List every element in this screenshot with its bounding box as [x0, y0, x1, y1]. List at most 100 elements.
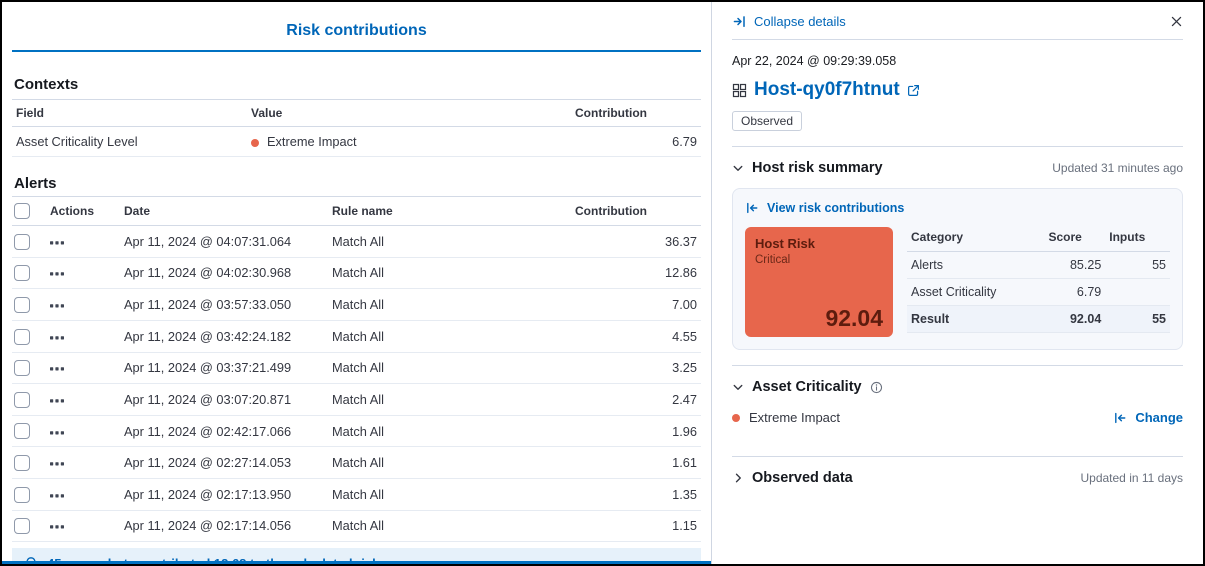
- context-row: Asset Criticality LevelExtreme Impact6.7…: [12, 127, 701, 157]
- host-title-row: Host-qy0f7htnut: [732, 79, 1183, 101]
- view-risk-contributions-label: View risk contributions: [767, 201, 904, 215]
- actions-icon[interactable]: [50, 398, 64, 404]
- risk-table-row: Alerts85.2555: [907, 252, 1170, 279]
- alert-contribution: 36.37: [571, 226, 701, 258]
- row-checkbox[interactable]: [14, 487, 30, 503]
- row-checkbox[interactable]: [14, 329, 30, 345]
- row-checkbox[interactable]: [14, 455, 30, 471]
- actions-icon[interactable]: [50, 303, 64, 309]
- asset-criticality-title: Asset Criticality: [752, 379, 862, 395]
- actions-icon[interactable]: [50, 271, 64, 277]
- alert-date: Apr 11, 2024 @ 02:17:13.950: [120, 479, 328, 511]
- contexts-col-contribution: Contribution: [571, 100, 701, 127]
- actions-icon[interactable]: [50, 430, 64, 436]
- context-field: Asset Criticality Level: [12, 127, 247, 157]
- view-risk-contributions-link[interactable]: View risk contributions: [745, 201, 904, 215]
- risk-summary-updated: Updated 31 minutes ago: [1052, 161, 1183, 175]
- chevron-right-icon: [732, 472, 744, 484]
- actions-icon[interactable]: [50, 493, 64, 499]
- close-flyout-button[interactable]: [1170, 15, 1183, 28]
- collapse-details-button[interactable]: Collapse details: [732, 14, 846, 29]
- alerts-col-rule-name: Rule name: [328, 197, 571, 226]
- change-criticality-link[interactable]: Change: [1113, 410, 1183, 425]
- observed-data-title: Observed data: [752, 470, 853, 486]
- alert-rule-name: Match All: [328, 510, 571, 542]
- actions-icon[interactable]: [50, 524, 64, 530]
- row-checkbox[interactable]: [14, 297, 30, 313]
- risk-score: 85.25: [1044, 252, 1105, 279]
- asset-criticality-toggle[interactable]: Asset Criticality: [732, 379, 883, 395]
- host-grid-icon: [732, 83, 747, 98]
- row-checkbox[interactable]: [14, 234, 30, 250]
- observed-badge: Observed: [732, 111, 802, 131]
- host-risk-summary-title: Host risk summary: [752, 160, 883, 176]
- row-checkbox[interactable]: [14, 360, 30, 376]
- external-link-icon[interactable]: [907, 84, 920, 97]
- risk-card-score: 92.04: [825, 305, 883, 332]
- actions-icon[interactable]: [50, 240, 64, 246]
- alert-row: Apr 11, 2024 @ 02:27:14.053Match All1.61: [12, 447, 701, 479]
- alert-date: Apr 11, 2024 @ 03:37:21.499: [120, 352, 328, 384]
- host-risk-summary-toggle[interactable]: Host risk summary: [732, 160, 883, 176]
- row-checkbox[interactable]: [14, 265, 30, 281]
- risk-table-row: Result92.0455: [907, 306, 1170, 333]
- risk-inputs: [1105, 279, 1170, 306]
- info-icon: [870, 381, 883, 394]
- alert-rule-name: Match All: [328, 415, 571, 447]
- risk-category: Result: [907, 306, 1044, 333]
- risk-inputs: 55: [1105, 306, 1170, 333]
- alert-rule-name: Match All: [328, 479, 571, 511]
- contexts-col-value: Value: [247, 100, 571, 127]
- alert-rule-name: Match All: [328, 226, 571, 258]
- context-value: Extreme Impact: [247, 127, 571, 157]
- alert-row: Apr 11, 2024 @ 02:17:14.056Match All1.15: [12, 510, 701, 542]
- alert-contribution: 4.55: [571, 320, 701, 352]
- alert-date: Apr 11, 2024 @ 04:07:31.064: [120, 226, 328, 258]
- observed-data-updated: Updated in 11 days: [1080, 471, 1183, 485]
- alert-row: Apr 11, 2024 @ 03:07:20.871Match All2.47: [12, 384, 701, 416]
- observed-data-section-header: Observed data Updated in 11 days: [732, 457, 1183, 498]
- row-checkbox[interactable]: [14, 423, 30, 439]
- alert-contribution: 12.86: [571, 257, 701, 289]
- alert-contribution: 2.47: [571, 384, 701, 416]
- severity-dot: [732, 414, 740, 422]
- details-flyout: Collapse details Apr 22, 2024 @ 09:29:39…: [711, 2, 1203, 564]
- risk-contributions-header: Risk contributions: [12, 2, 701, 52]
- risk-col-category: Category: [907, 227, 1044, 252]
- risk-col-score: Score: [1044, 227, 1105, 252]
- host-name-link[interactable]: Host-qy0f7htnut: [754, 79, 900, 101]
- alert-rule-name: Match All: [328, 320, 571, 352]
- event-timestamp: Apr 22, 2024 @ 09:29:39.058: [732, 54, 1183, 68]
- severity-dot: [251, 139, 259, 147]
- select-all-checkbox[interactable]: [14, 203, 30, 219]
- actions-icon[interactable]: [50, 366, 64, 372]
- risk-score: 92.04: [1044, 306, 1105, 333]
- alert-row: Apr 11, 2024 @ 03:57:33.050Match All7.00: [12, 289, 701, 321]
- alert-date: Apr 11, 2024 @ 02:27:14.053: [120, 447, 328, 479]
- risk-summary-panel: View risk contributions Host Risk Critic…: [732, 188, 1183, 350]
- row-checkbox[interactable]: [14, 392, 30, 408]
- arrow-start-icon: [1113, 411, 1127, 425]
- alert-row: Apr 11, 2024 @ 03:42:24.182Match All4.55: [12, 320, 701, 352]
- risk-contributions-panel: Risk contributions Contexts Field Value …: [2, 2, 711, 564]
- asset-criticality-section-header: Asset Criticality: [732, 366, 1183, 407]
- observed-data-toggle[interactable]: Observed data: [732, 470, 853, 486]
- panel-bottom-accent: [2, 561, 711, 564]
- actions-icon[interactable]: [50, 335, 64, 341]
- risk-category: Alerts: [907, 252, 1044, 279]
- alert-date: Apr 11, 2024 @ 03:57:33.050: [120, 289, 328, 321]
- alert-contribution: 1.61: [571, 447, 701, 479]
- contexts-col-field: Field: [12, 100, 247, 127]
- alert-rule-name: Match All: [328, 447, 571, 479]
- risk-breakdown-table: Category Score Inputs Alerts85.2555Asset…: [907, 227, 1170, 333]
- alerts-table-body: Apr 11, 2024 @ 04:07:31.064Match All36.3…: [12, 226, 701, 542]
- alert-row: Apr 11, 2024 @ 04:02:30.968Match All12.8…: [12, 257, 701, 289]
- alert-date: Apr 11, 2024 @ 03:42:24.182: [120, 320, 328, 352]
- host-risk-score-card: Host Risk Critical 92.04: [745, 227, 893, 337]
- actions-icon[interactable]: [50, 461, 64, 467]
- risk-table-row: Asset Criticality6.79: [907, 279, 1170, 306]
- row-checkbox[interactable]: [14, 518, 30, 534]
- alert-rule-name: Match All: [328, 352, 571, 384]
- alert-row: Apr 11, 2024 @ 02:17:13.950Match All1.35: [12, 479, 701, 511]
- asset-criticality-value: Extreme Impact: [732, 410, 840, 425]
